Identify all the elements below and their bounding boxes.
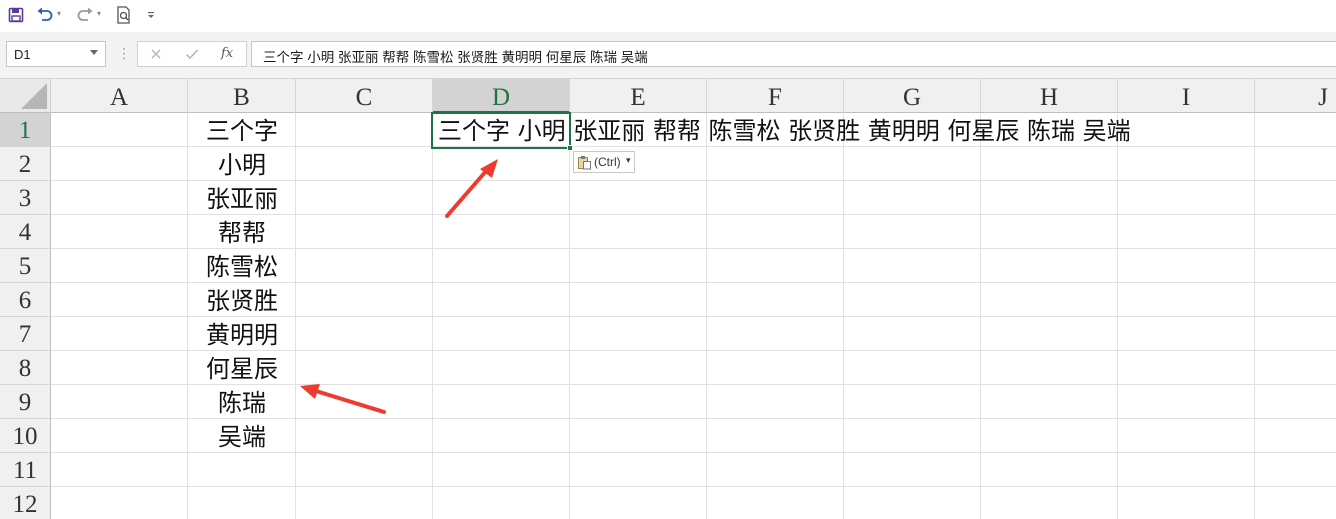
name-box-dropdown-icon[interactable] (90, 50, 98, 55)
enter-check-icon[interactable] (180, 44, 204, 64)
arrow-to-d1 (445, 159, 498, 218)
formula-bar: D1 ⋮ fx 三个字 小明 张亚丽 帮帮 陈雪松 张贤胜 黄明明 何星辰 陈瑞… (0, 32, 1336, 79)
formula-bar-grip-icon: ⋮ (117, 45, 131, 61)
formula-tools: fx (137, 41, 247, 67)
annotation-arrows (300, 159, 498, 414)
insert-function-button[interactable]: fx (221, 46, 233, 61)
print-preview-icon[interactable] (114, 4, 134, 26)
redo-icon[interactable] (74, 4, 96, 26)
cancel-icon[interactable] (144, 44, 168, 64)
quick-access-toolbar: ▾ ▾ (0, 0, 1336, 32)
undo-icon[interactable] (34, 4, 56, 26)
undo-dropdown-icon[interactable]: ▾ (57, 9, 61, 18)
redo-dropdown-icon[interactable]: ▾ (97, 9, 101, 18)
save-icon[interactable] (6, 4, 26, 26)
arrow-to-column-b (300, 384, 386, 414)
formula-input[interactable]: 三个字 小明 张亚丽 帮帮 陈雪松 张贤胜 黄明明 何星辰 陈瑞 吴端 (251, 41, 1336, 67)
worksheet-grid: ABCDEFGHIJ 1 2 3 4 5 6 7 8 9 10 11 12 三个字 小明 张亚丽 帮帮 陈雪松… (0, 79, 1336, 519)
customize-toolbar-icon[interactable] (145, 4, 157, 26)
